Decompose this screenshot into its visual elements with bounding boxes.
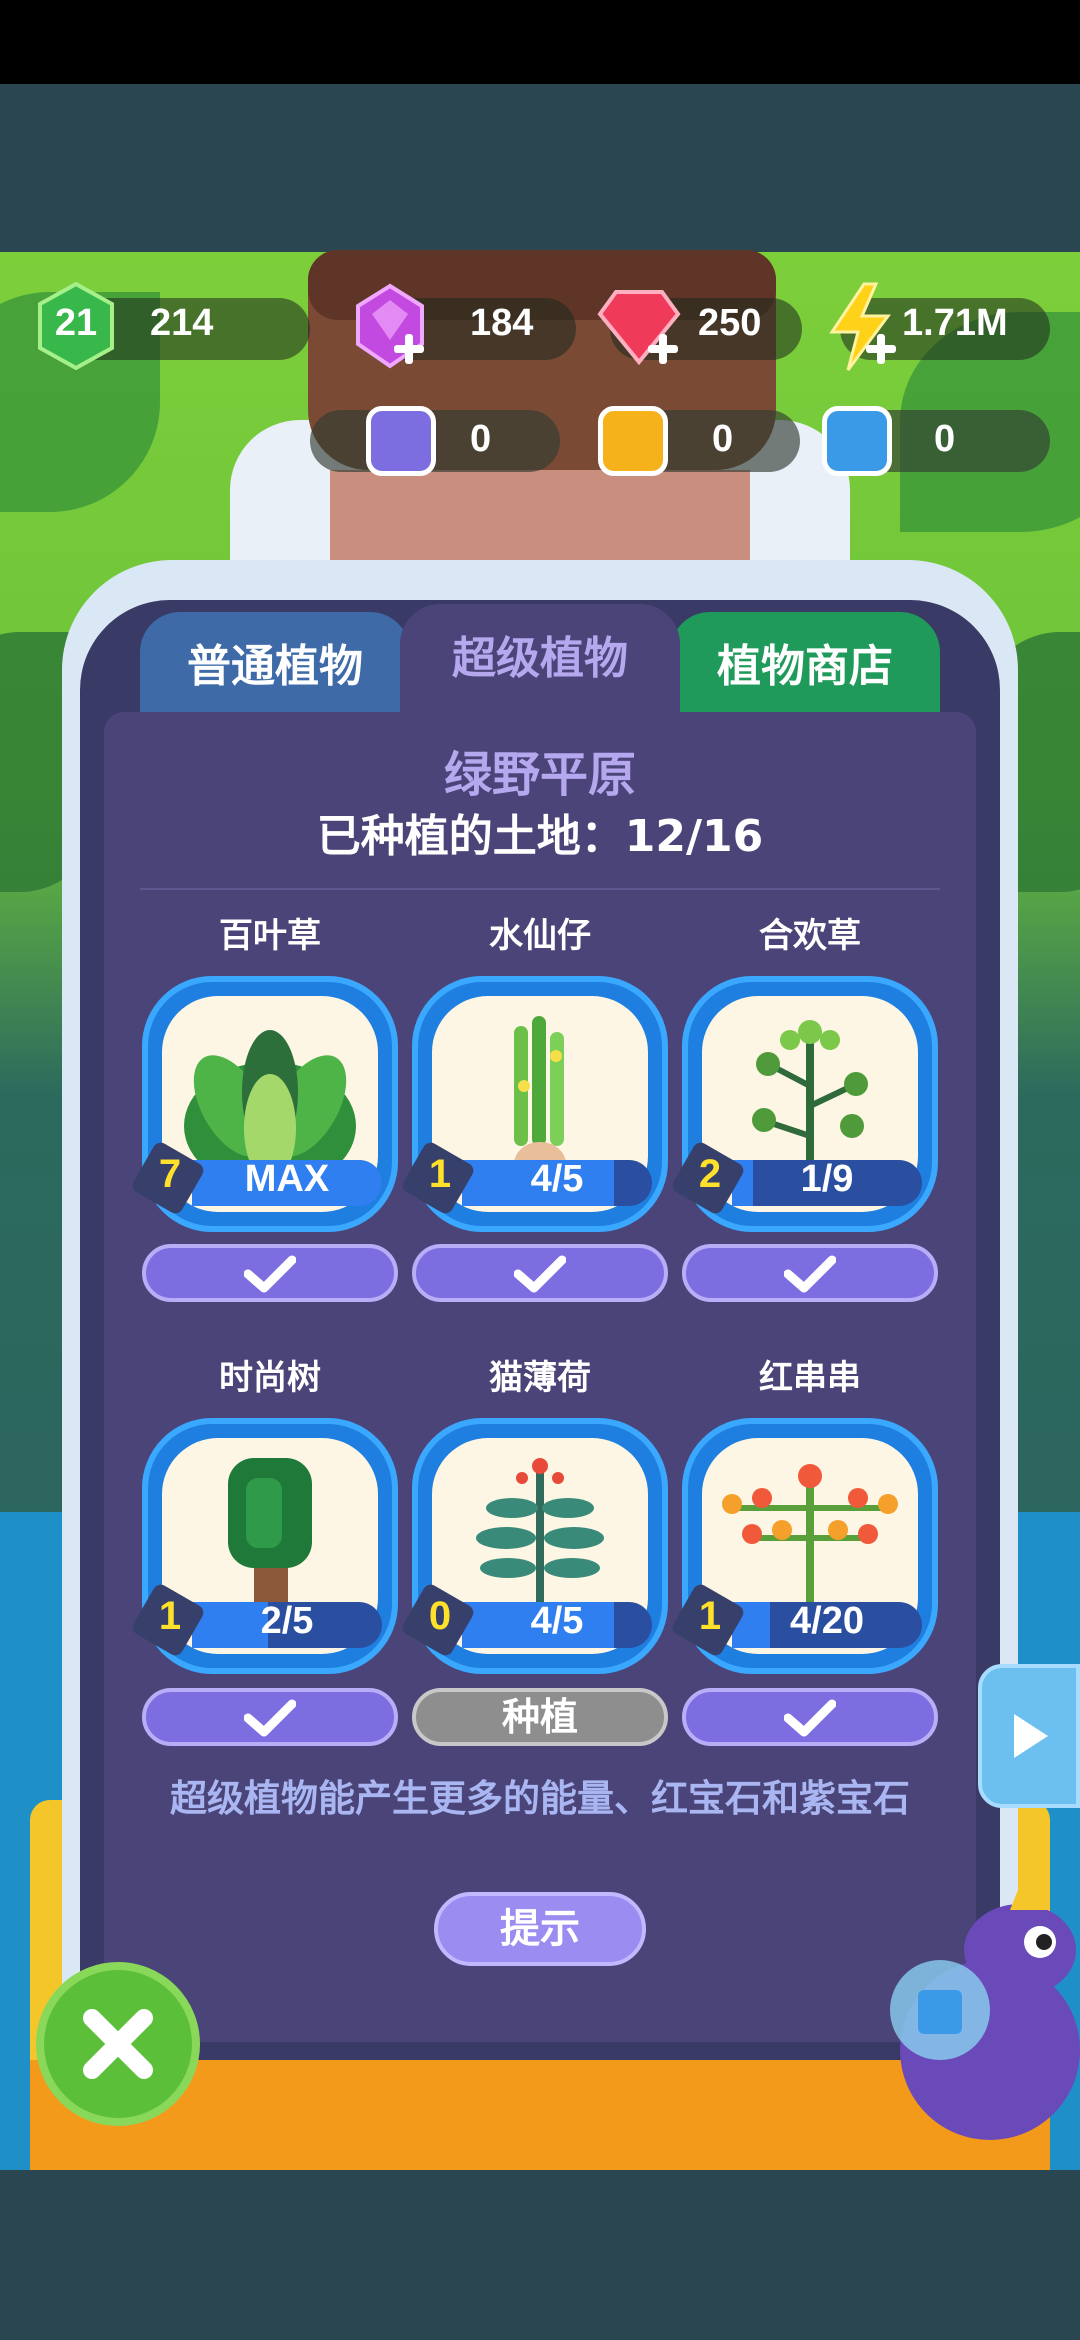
tab-super-plants[interactable]: 超级植物 [400,604,680,722]
add-red-gem-icon[interactable] [648,334,678,364]
divider [140,888,940,890]
plant-action-button[interactable] [142,1244,398,1302]
plant-level: 1 [698,1594,722,1638]
plant-card[interactable]: 2 1/9 [669,976,938,1232]
plant-progress: 4/5 [530,1158,584,1200]
hint-text: 超级植物能产生更多的能量、红宝石和紫宝石 [170,1777,910,1820]
blue-seed-icon [822,406,892,476]
status-bar [0,0,1080,84]
play-arrow-icon [1014,1714,1048,1758]
plant-name: 红串串 [759,1358,861,1398]
plant-progress: MAX [244,1158,330,1200]
check-icon [514,1255,566,1293]
purple-seed-icon [366,406,436,476]
plant-action-button[interactable] [682,1244,938,1302]
close-icon [83,2009,153,2079]
hint-button[interactable]: 提示 [434,1892,646,1966]
check-icon [784,1699,836,1737]
plant-progress: 1/9 [800,1158,854,1200]
gold-seed-count: 0 [712,418,734,460]
gold-seed-icon [598,406,668,476]
plant-button[interactable]: 种植 [412,1688,668,1746]
region-title: 绿野平原 [443,747,636,803]
plant-card[interactable]: 1 4/5 [399,976,668,1232]
check-icon [244,1255,296,1293]
plant-level: 0 [428,1594,452,1638]
plant-name: 百叶草 [219,916,321,956]
plant-progress: 2/5 [260,1600,314,1642]
plant-name: 时尚树 [219,1358,321,1398]
plant-card[interactable]: 1 2/5 [129,1418,398,1674]
plant-card[interactable]: 7 MAX [129,976,398,1232]
purple-seed-count: 0 [470,418,492,460]
plant-name: 合欢草 [759,916,861,956]
plant-name: 水仙仔 [489,916,591,956]
check-icon [784,1255,836,1293]
add-purple-gem-icon[interactable] [394,334,424,364]
plant-level: 1 [428,1152,452,1196]
plant-progress: 4/5 [530,1600,584,1642]
next-page-button[interactable] [978,1664,1080,1808]
plant-level: 1 [158,1594,182,1638]
tab-normal-plants[interactable]: 普通植物 [140,612,410,722]
plant-action-button[interactable] [412,1244,668,1302]
check-icon [244,1699,296,1737]
blue-seed-count: 0 [934,418,956,460]
plant-level: 2 [698,1152,722,1196]
mascot-character [870,1850,1080,2140]
red-gem-value: 250 [698,302,762,344]
plant-card[interactable]: 0 4/5 [399,1418,668,1674]
land-count: 已种植的土地：12/16 [316,811,764,862]
close-button[interactable] [36,1962,200,2126]
header-band [0,84,1080,252]
footer-band [0,2170,1080,2340]
energy-value: 1.71M [902,302,1008,344]
purple-gem-value: 184 [470,302,534,344]
plant-name: 猫薄荷 [489,1358,591,1398]
plant-card[interactable]: 1 4/20 [669,1418,938,1674]
plant-action-button[interactable] [142,1688,398,1746]
xp-value: 214 [150,302,214,344]
level-value: 21 [54,302,98,344]
plant-progress: 4/20 [790,1600,864,1642]
add-energy-icon[interactable] [866,334,896,364]
plant-action-button[interactable] [682,1688,938,1746]
tab-plant-shop[interactable]: 植物商店 [670,612,940,722]
plant-level: 7 [158,1152,182,1196]
